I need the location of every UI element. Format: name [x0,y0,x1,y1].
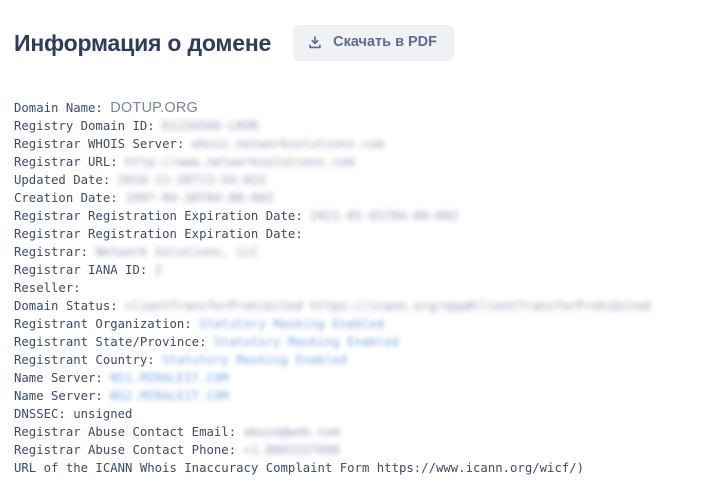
whois-line: Registrar WHOIS Server: whois.networksol… [14,135,686,153]
whois-line: URL of the ICANN Whois Inaccuracy Compla… [14,459,686,477]
whois-label: Registrar: [14,244,89,259]
whois-label: Name Server: [14,370,103,385]
whois-value: DOTUP.ORG [110,99,198,116]
whois-value: abuse@web.com [243,424,340,439]
whois-line: Registrar Registration Expiration Date: … [14,207,686,225]
whois-label: Reseller: [14,280,81,295]
whois-value: whois.networksolutions.com [191,136,385,151]
whois-label: Registrar URL: [14,154,118,169]
whois-label: Registrar Registration Expiration Date: [14,208,303,223]
download-pdf-label: Скачать в PDF [333,34,438,51]
whois-value: Statutory Masking Enabled [162,352,348,367]
whois-line: Registrar Abuse Contact Email: abuse@web… [14,423,686,441]
page-title: Информация о домене [14,30,272,57]
whois-value: Statutory Masking Enabled [199,316,385,331]
whois-label: Domain Status: [14,298,118,313]
whois-line: DNSSEC: unsigned [14,405,686,423]
whois-label: URL of the ICANN Whois Inaccuracy Compla… [14,460,585,475]
whois-line: Registrar IANA ID: 2 [14,261,686,279]
whois-label: Name Server: [14,388,103,403]
whois-value: 2018-11-20T13:54:02Z [117,172,266,187]
whois-line: Name Server: NS2.MIRALEIT.COM [14,387,686,405]
whois-line: Domain Name: DOTUP.ORG [14,99,686,117]
whois-value: Statutory Masking Enabled [213,334,399,349]
page-header: Информация о домене Скачать в PDF [0,0,701,73]
whois-value: NS2.MIRALEIT.COM [110,388,229,403]
whois-value: D1234566-LROR [162,118,259,133]
whois-value: 2021-05-01T04:00:00Z [310,208,459,223]
whois-line: Registrant Organization: Statutory Maski… [14,315,686,333]
whois-record: Domain Name: DOTUP.ORG Registry Domain ID… [14,99,686,477]
whois-line: Registrar: Network Solutions, LLC [14,243,686,261]
whois-label: Registry Domain ID: [14,118,155,133]
whois-value: clientTransferProhibited https://icann.o… [125,298,651,313]
whois-label: Registrant Organization: [14,316,192,331]
whois-value: NS1.MIRALEIT.COM [110,370,229,385]
whois-label: Registrar IANA ID: [14,262,148,277]
whois-value: unsigned [73,406,133,421]
whois-label: Registrar Registration Expiration Date: [14,226,303,241]
whois-line: Registrant State/Province: Statutory Mas… [14,333,686,351]
whois-label: Registrar WHOIS Server: [14,136,185,151]
whois-line: Domain Status: clientTransferProhibited … [14,297,686,315]
whois-label: Registrar Abuse Contact Phone: [14,442,237,457]
whois-label: Registrant Country: [14,352,155,367]
whois-label: Updated Date: [14,172,111,187]
whois-label: Registrar Abuse Contact Email: [14,424,237,439]
download-icon [308,36,322,50]
whois-line: Registrar URL: http://www.networksolutio… [14,153,686,171]
whois-value: +1.8003337680 [243,442,340,457]
whois-line: Registry Domain ID: D1234566-LROR [14,117,686,135]
whois-value: http://www.networksolutions.com [125,154,355,169]
whois-line: Reseller: [14,279,686,297]
whois-label: Registrant State/Province: [14,334,207,349]
whois-line: Name Server: NS1.MIRALEIT.COM [14,369,686,387]
whois-value: Network Solutions, LLC [95,244,259,259]
whois-line: Registrant Country: Statutory Masking En… [14,351,686,369]
whois-label: DNSSEC: [14,406,66,421]
download-pdf-button[interactable]: Скачать в PDF [293,25,455,62]
whois-line: Creation Date: 1997-04-30T04:00:00Z [14,189,686,207]
whois-value: 2 [154,262,163,277]
whois-line: Registrar Abuse Contact Phone: +1.800333… [14,441,686,459]
whois-label: Creation Date: [14,190,118,205]
whois-line: Registrar Registration Expiration Date: [14,225,686,243]
whois-value: 1997-04-30T04:00:00Z [125,190,274,205]
whois-label: Domain Name: [14,100,103,115]
whois-line: Updated Date: 2018-11-20T13:54:02Z [14,171,686,189]
